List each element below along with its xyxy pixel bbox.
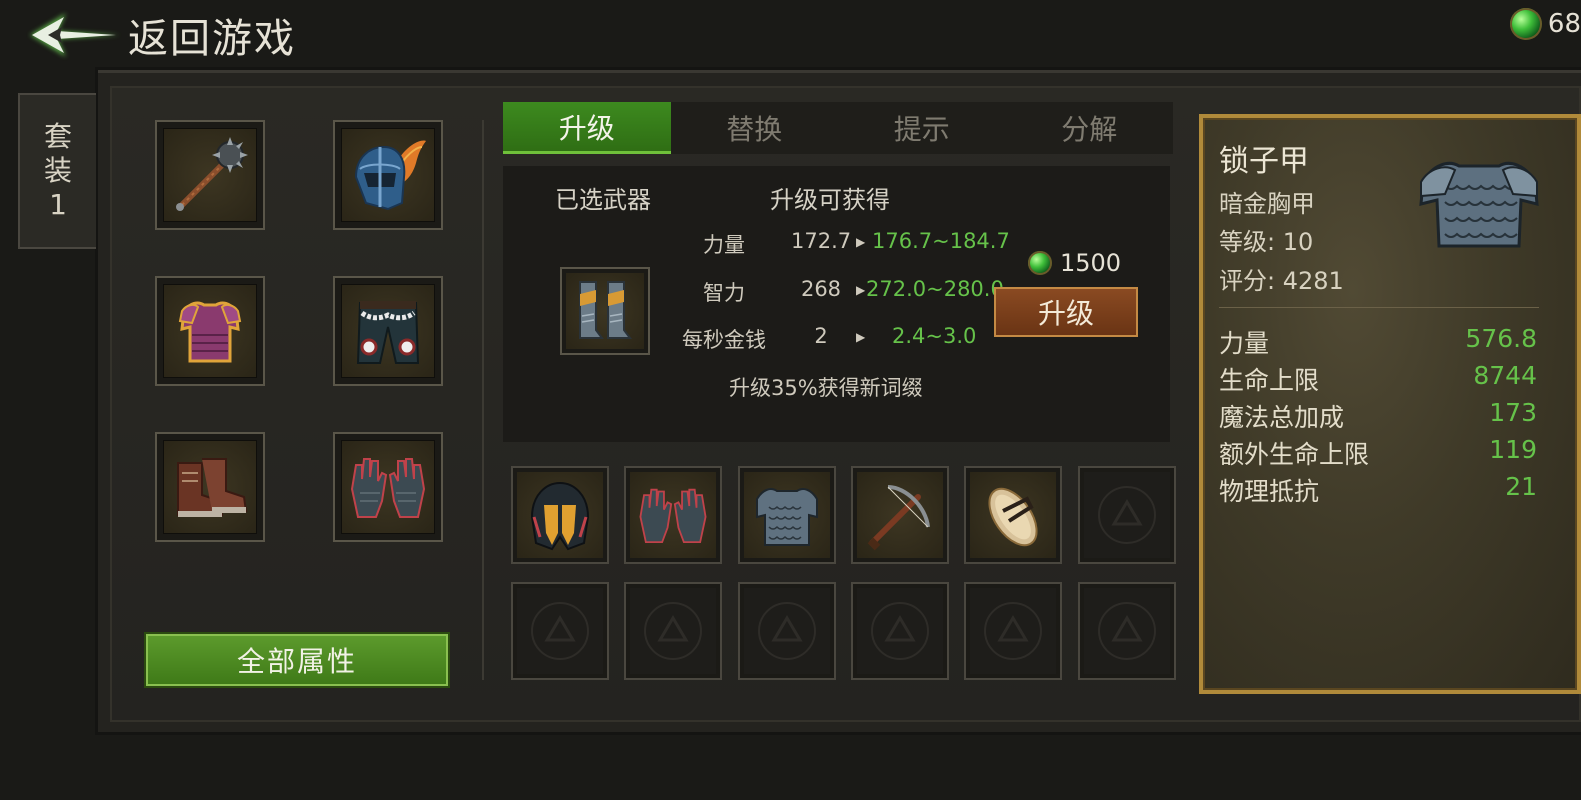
empty-slot-icon <box>531 602 589 660</box>
detail-stat-value: 576.8 <box>1465 324 1537 353</box>
gloves-icon <box>350 458 426 518</box>
boots-icon <box>177 458 248 517</box>
inventory-slot[interactable] <box>738 466 836 564</box>
currency-display: 68 <box>1509 8 1581 40</box>
detail-stat-value: 119 <box>1489 435 1537 464</box>
empty-slot-icon <box>984 602 1042 660</box>
inventory-slot-empty[interactable] <box>624 582 722 680</box>
inventory-slot-empty[interactable] <box>851 582 949 680</box>
set-tab-number: 1 <box>49 188 67 221</box>
dark-helmet-icon <box>530 481 590 551</box>
detail-stat-value: 173 <box>1489 398 1537 427</box>
detail-stat-row: 魔法总加成 173 <box>1219 398 1537 434</box>
gloves-icon <box>639 488 707 544</box>
empty-slot-icon <box>871 602 929 660</box>
sandal-icon <box>988 487 1038 547</box>
pants-icon <box>356 301 420 364</box>
detail-stat-name: 生命上限 <box>1219 366 1320 395</box>
empty-slot-icon <box>758 602 816 660</box>
stat-new: 176.7~184.7 <box>872 229 1010 253</box>
item-score: 评分: 4281 <box>1219 267 1344 295</box>
inventory-slot[interactable] <box>624 466 722 564</box>
detail-stat-name: 额外生命上限 <box>1219 440 1370 469</box>
inventory-slot-empty[interactable] <box>1078 466 1176 564</box>
detail-stat-row: 物理抵抗 21 <box>1219 472 1537 508</box>
detail-stat-name: 力量 <box>1219 329 1270 358</box>
item-level: 等级: 10 <box>1219 228 1314 256</box>
selected-weapon-label: 已选武器 <box>555 186 651 214</box>
tab-disassemble[interactable]: 分解 <box>1006 102 1174 154</box>
detail-stat-name: 魔法总加成 <box>1219 403 1345 432</box>
stat-name: 力量 <box>703 233 745 257</box>
panel-divider <box>482 120 484 680</box>
inventory-slot[interactable] <box>511 466 609 564</box>
cost-value: 1500 <box>1060 249 1122 277</box>
equip-slot-armor[interactable] <box>155 276 265 386</box>
equip-slot-boots[interactable] <box>155 432 265 542</box>
detail-stat-value: 21 <box>1505 472 1537 501</box>
equip-slot-weapon[interactable] <box>155 120 265 230</box>
tab-hint[interactable]: 提示 <box>838 102 1006 154</box>
detail-stat-value: 8744 <box>1473 361 1537 390</box>
equip-slot-gloves[interactable] <box>333 432 443 542</box>
winged-helmet-icon <box>354 140 426 211</box>
inventory-slot[interactable] <box>851 466 949 564</box>
stat-new: 272.0~280.0 <box>866 277 1004 301</box>
back-to-game-button[interactable]: 返回游戏 <box>24 6 296 64</box>
selected-item-slot[interactable] <box>560 267 650 355</box>
tab-bar: 升级 替换 提示 分解 <box>503 102 1173 154</box>
back-arrow-icon <box>30 13 120 57</box>
stat-name: 智力 <box>703 281 745 305</box>
inventory-slot-empty[interactable] <box>511 582 609 680</box>
set-tab-char-1: 套 <box>43 120 72 153</box>
crossbow-icon <box>867 485 930 551</box>
item-name: 锁子甲 <box>1219 144 1309 179</box>
chainmail-icon <box>1419 161 1539 248</box>
detail-stat-row: 力量 576.8 <box>1219 324 1537 360</box>
arrow-right-icon: ▶ <box>856 330 866 344</box>
stat-new: 2.4~3.0 <box>892 324 977 348</box>
chainmail-icon <box>756 488 818 546</box>
tab-replace[interactable]: 替换 <box>671 102 839 154</box>
inventory-slot-empty[interactable] <box>1078 582 1176 680</box>
inventory-slot-empty[interactable] <box>964 582 1062 680</box>
detail-divider <box>1219 307 1539 308</box>
greaves-icon <box>579 281 632 339</box>
inventory-slot-empty[interactable] <box>738 582 836 680</box>
equip-slot-helmet[interactable] <box>333 120 443 230</box>
item-type: 暗金胸甲 <box>1219 190 1315 218</box>
set-tab[interactable]: 套 装 1 <box>18 93 96 249</box>
upgrade-note: 升级35%获得新词缀 <box>729 376 923 400</box>
arrow-right-icon: ▶ <box>856 235 866 249</box>
stat-current: 172.7 <box>791 229 852 253</box>
upgrade-cost: 1500 <box>1028 249 1121 277</box>
arrow-right-icon: ▶ <box>856 283 866 297</box>
tab-upgrade[interactable]: 升级 <box>503 102 671 154</box>
mace-icon <box>176 137 248 211</box>
empty-slot-icon <box>644 602 702 660</box>
detail-stat-name: 物理抵抗 <box>1219 477 1320 506</box>
stat-current: 268 <box>800 277 842 301</box>
upgrade-button[interactable]: 升级 <box>994 287 1138 337</box>
currency-value: 68 <box>1547 9 1581 39</box>
purple-armor-icon <box>178 301 242 363</box>
upgrade-gain-label: 升级可获得 <box>770 186 890 214</box>
stat-current: 2 <box>814 324 828 348</box>
stat-name: 每秒金钱 <box>682 328 766 352</box>
equip-slot-pants[interactable] <box>333 276 443 386</box>
gem-icon <box>1028 251 1052 275</box>
empty-slot-icon <box>1098 602 1156 660</box>
detail-stat-row: 生命上限 8744 <box>1219 361 1537 397</box>
empty-slot-icon <box>1098 486 1156 544</box>
gem-icon <box>1509 8 1542 40</box>
back-label: 返回游戏 <box>128 16 296 62</box>
inventory-slot[interactable] <box>964 466 1062 564</box>
detail-stat-row: 额外生命上限 119 <box>1219 435 1537 471</box>
all-attributes-button[interactable]: 全部属性 <box>146 634 448 686</box>
set-tab-char-2: 装 <box>43 154 72 187</box>
